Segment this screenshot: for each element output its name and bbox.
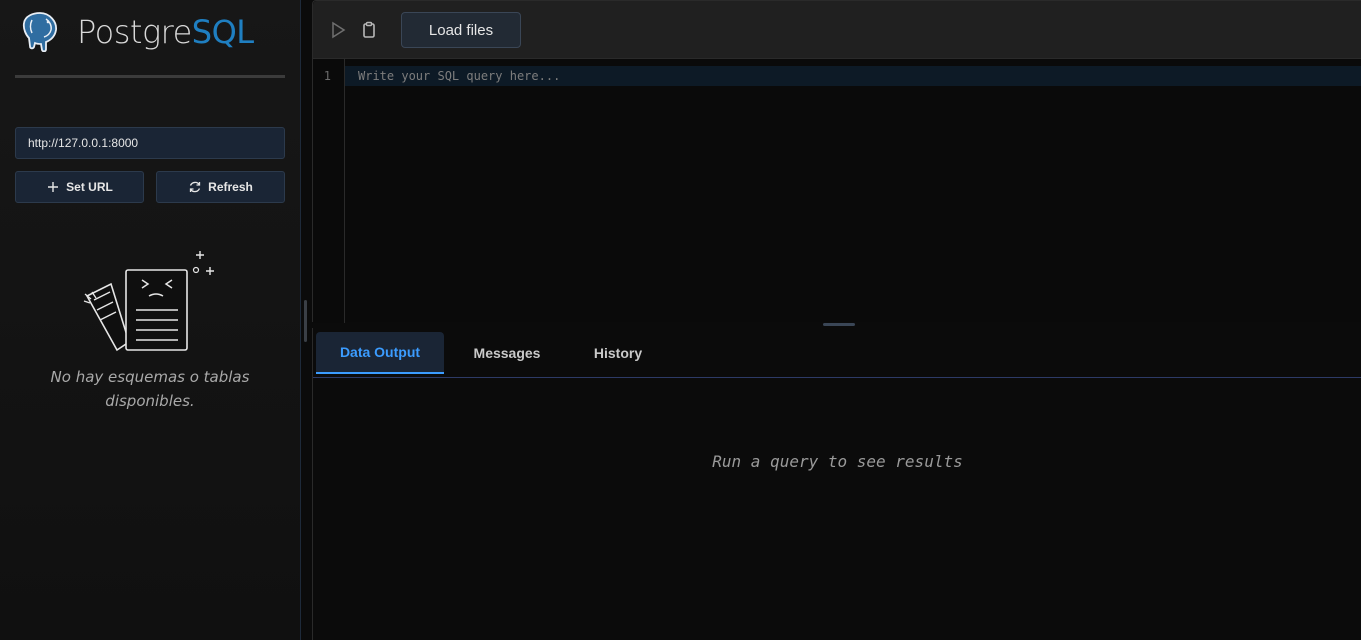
line-number-gutter: 1	[313, 59, 345, 323]
tab-data-output[interactable]: Data Output	[316, 332, 444, 374]
app-root: PostgreSQL Set URL Refresh No hay esquem…	[0, 0, 1361, 640]
app-logo-text: PostgreSQL	[77, 12, 254, 52]
refresh-icon	[190, 181, 201, 193]
server-url-input[interactable]	[15, 127, 285, 159]
line-number: 1	[323, 69, 331, 83]
clipboard-icon[interactable]	[361, 21, 377, 39]
refresh-label: Refresh	[208, 180, 253, 194]
load-files-button[interactable]: Load files	[401, 12, 521, 48]
refresh-button[interactable]: Refresh	[156, 171, 285, 203]
tab-history[interactable]: History	[578, 332, 658, 374]
editor-resize-grip[interactable]	[823, 323, 855, 326]
logo-text-postgre: Postgre	[77, 13, 192, 51]
results-panel: Data Output Messages History Run a query…	[312, 328, 1361, 640]
logo-text-sql: SQL	[191, 13, 254, 51]
sidebar-divider	[300, 0, 301, 640]
empty-schemas-message: No hay esquemas o tablas disponibles.	[50, 368, 250, 410]
elephant-icon	[22, 12, 57, 52]
sidebar: PostgreSQL Set URL Refresh No hay esquem…	[0, 0, 300, 640]
empty-document-icon	[83, 251, 214, 352]
set-url-label: Set URL	[66, 180, 113, 194]
sidebar-resize-handle[interactable]	[304, 300, 307, 342]
sql-query-editor[interactable]	[358, 66, 1348, 86]
tab-messages[interactable]: Messages	[461, 332, 553, 374]
editor-toolbar: Load files	[313, 1, 1361, 59]
query-editor-panel: Load files 1	[312, 0, 1361, 323]
results-empty-message: Run a query to see results	[712, 452, 963, 471]
results-tabs: Data Output Messages History	[313, 328, 1361, 378]
plus-icon	[48, 182, 59, 192]
logo-divider	[15, 75, 285, 78]
set-url-button[interactable]: Set URL	[15, 171, 144, 203]
play-icon[interactable]	[330, 21, 346, 39]
